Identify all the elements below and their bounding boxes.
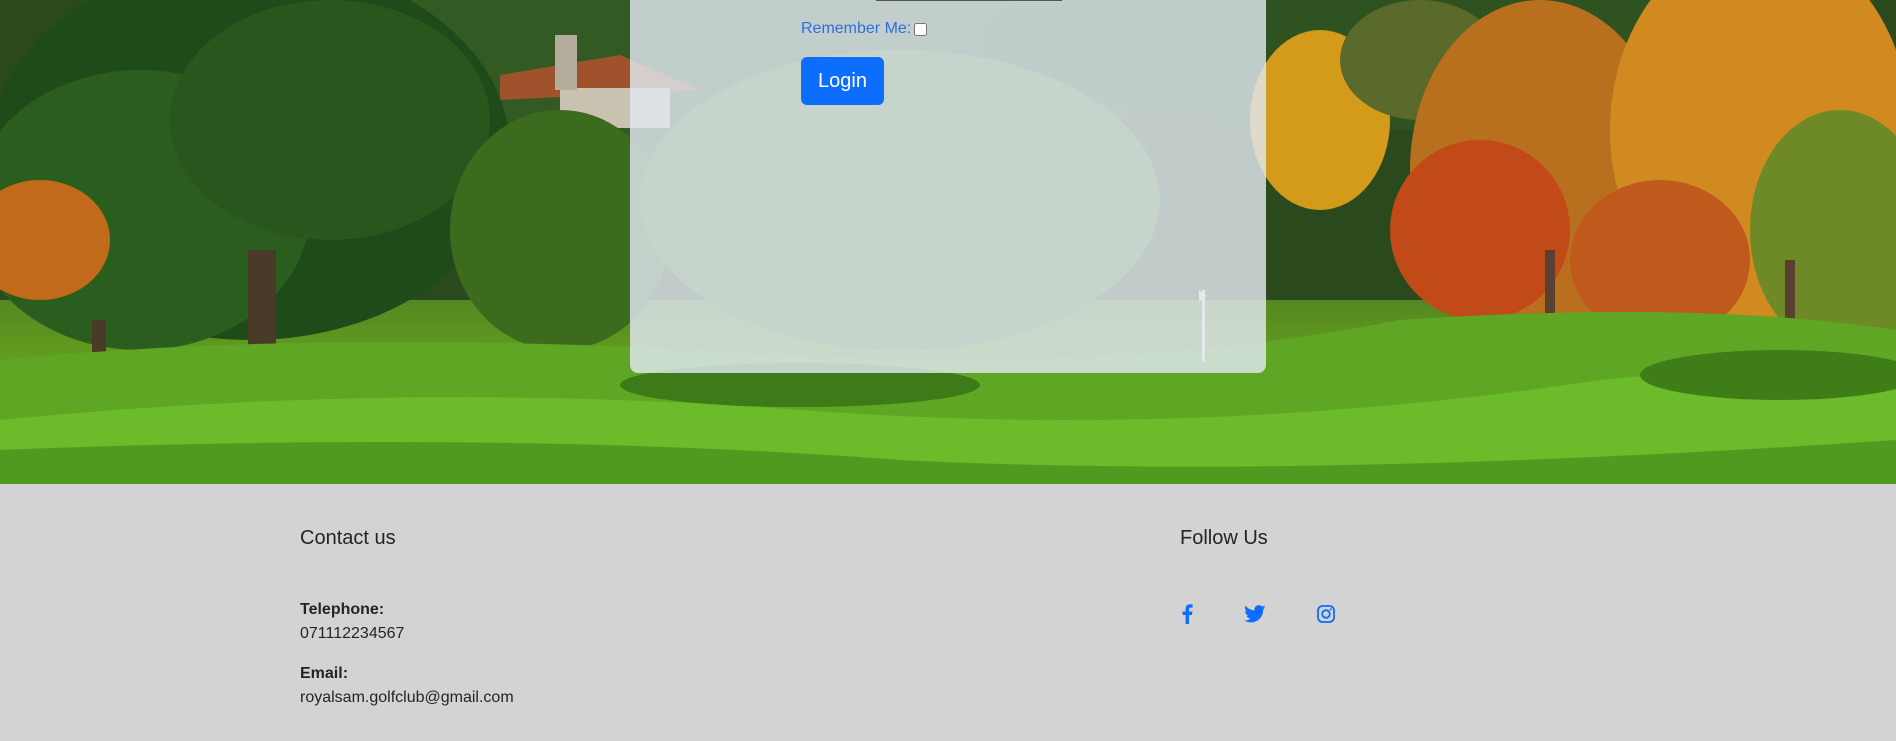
telephone-value: 071112234567: [300, 625, 405, 642]
remember-me-label: Remember Me:: [801, 20, 912, 37]
instagram-icon[interactable]: [1314, 602, 1338, 626]
password-field-bottom[interactable]: [876, 0, 1062, 1]
login-card: [630, 0, 1266, 373]
telephone-label: Telephone:: [300, 601, 385, 618]
contact-us-heading: Contact us: [300, 527, 396, 549]
twitter-icon[interactable]: [1243, 602, 1267, 626]
login-button[interactable]: Login: [801, 57, 884, 105]
remember-me-row[interactable]: Remember Me:: [801, 20, 928, 38]
email-label: Email:: [300, 665, 349, 682]
follow-us-heading: Follow Us: [1180, 527, 1268, 549]
remember-me-checkbox[interactable]: [914, 22, 928, 36]
footer: Contact us Telephone: 071112234567 Email…: [0, 484, 1896, 741]
email-value: royalsam.golfclub@gmail.com: [300, 689, 514, 706]
facebook-icon[interactable]: [1175, 602, 1199, 626]
